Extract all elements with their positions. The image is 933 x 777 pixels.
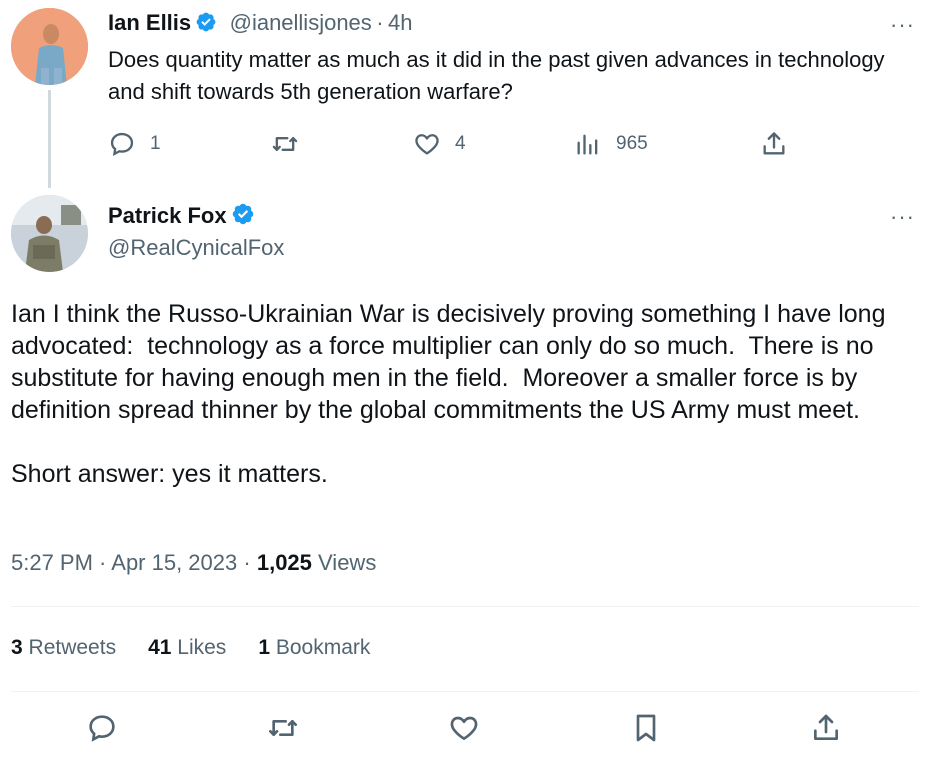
thread-connector-line: [48, 90, 51, 188]
views-label: Views: [318, 550, 377, 575]
reply-author-handle[interactable]: @ianellisjones: [230, 10, 372, 35]
main-share-button[interactable]: [810, 712, 842, 749]
main-more-button[interactable]: ···: [890, 206, 915, 228]
tweet-stats: 3 Retweets 41 Likes 1 Bookmark: [11, 636, 402, 660]
likes-label: Likes: [177, 636, 227, 659]
views-count: 1,025: [256, 550, 312, 575]
analytics-bars-icon: [574, 130, 602, 158]
tweet-metadata: 5:27 PM · Apr 15, 2023 · 1,025 Views: [11, 550, 376, 576]
main-author-name[interactable]: Patrick Fox: [108, 203, 227, 228]
reply-retweet-button[interactable]: [270, 130, 300, 158]
reply-author-name[interactable]: Ian Ellis: [108, 10, 191, 35]
reply-views-button[interactable]: 965: [574, 130, 648, 158]
verified-badge-icon: [231, 202, 255, 231]
divider: [11, 691, 919, 692]
meta-separator: ·: [243, 550, 251, 575]
bookmarks-count: 1: [258, 636, 270, 659]
reply-count: 1: [150, 133, 161, 154]
reply-like-button[interactable]: 4: [413, 130, 466, 158]
heart-icon: [448, 716, 480, 748]
retweets-label: Retweets: [28, 636, 117, 659]
reply-tweet-text: Does quantity matter as much as it did i…: [108, 47, 885, 104]
main-reply-button[interactable]: [86, 712, 118, 749]
reply-separator: ·: [376, 10, 384, 35]
retweet-icon: [270, 130, 300, 158]
main-tweet-name-row: Patrick Fox: [108, 202, 255, 231]
share-upload-icon: [810, 714, 842, 748]
likes-count: 41: [148, 636, 172, 659]
tweet-timestamp[interactable]: 5:27 PM · Apr 15, 2023: [11, 550, 237, 575]
main-retweet-button[interactable]: [266, 712, 300, 749]
retweet-icon: [266, 720, 300, 748]
main-bookmark-button[interactable]: [630, 712, 662, 749]
verified-badge-icon: [195, 11, 217, 38]
reply-view-count: 965: [616, 133, 648, 154]
bookmarks-stat[interactable]: 1 Bookmark: [258, 636, 370, 660]
reply-share-button[interactable]: [760, 130, 788, 158]
heart-icon: [413, 130, 441, 158]
bookmarks-label: Bookmark: [275, 636, 371, 659]
avatar-patrick-fox[interactable]: [11, 195, 88, 272]
main-author-handle[interactable]: @RealCynicalFox: [108, 235, 284, 261]
retweets-stat[interactable]: 3 Retweets: [11, 636, 116, 660]
reply-bubble-icon: [108, 130, 136, 158]
reply-tweet-header: Ian Ellis @ianellisjones · 4h: [108, 10, 413, 38]
divider: [11, 606, 919, 607]
likes-stat[interactable]: 41 Likes: [148, 636, 226, 660]
reply-time[interactable]: 4h: [388, 10, 412, 35]
main-like-button[interactable]: [448, 712, 480, 749]
share-upload-icon: [760, 130, 788, 158]
reply-more-button[interactable]: ···: [890, 14, 915, 36]
bookmark-icon: [630, 714, 662, 748]
avatar-ian-ellis[interactable]: [11, 8, 88, 85]
reply-like-count: 4: [455, 133, 466, 154]
reply-bubble-icon: [86, 715, 118, 748]
retweets-count: 3: [11, 636, 23, 659]
reply-reply-button[interactable]: 1: [108, 130, 161, 158]
main-tweet-text: Ian I think the Russo-Ukrainian War is d…: [11, 300, 886, 488]
